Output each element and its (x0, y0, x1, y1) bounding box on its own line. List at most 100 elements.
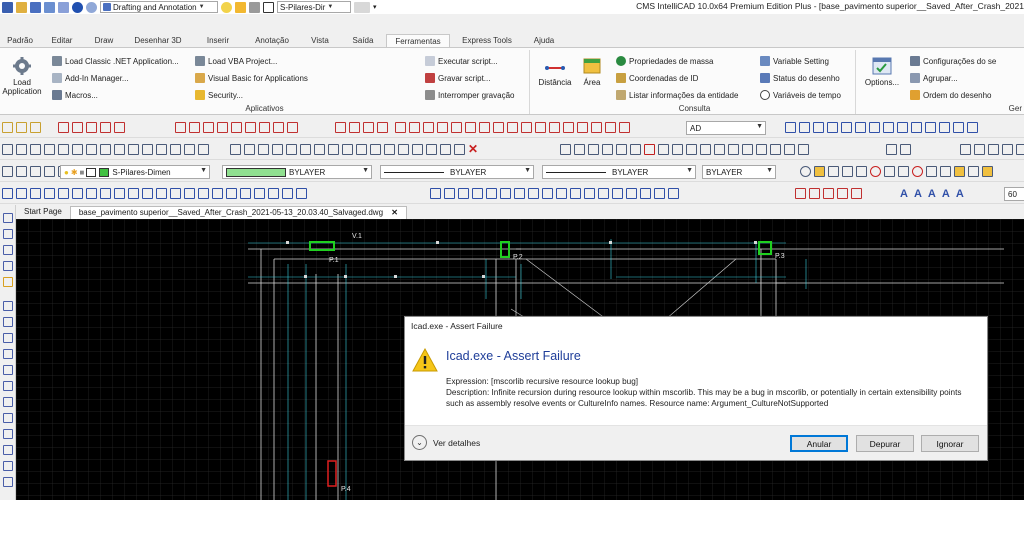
ray-icon[interactable] (30, 188, 41, 199)
plotstyle-dropdown[interactable]: BYLAYER ▼ (702, 165, 776, 179)
layer-walk-icon[interactable] (44, 166, 55, 177)
osnap-nearest-icon[interactable] (231, 122, 242, 133)
redo-icon[interactable] (86, 1, 97, 13)
region-icon[interactable] (3, 381, 13, 391)
dim-inspect-icon[interactable] (939, 122, 950, 133)
layer-dropdown[interactable]: ● ✱ ■ S-Pilares-Dimen ▼ (60, 165, 210, 179)
solid-fill-icon[interactable] (212, 188, 223, 199)
fillet-modify-icon[interactable] (626, 188, 637, 199)
snap-tracking-icon[interactable] (954, 166, 965, 177)
osnap-apparent-icon[interactable] (245, 122, 256, 133)
xline-icon[interactable] (16, 188, 27, 199)
gradient-icon[interactable] (156, 188, 167, 199)
table-insert-icon[interactable] (672, 144, 683, 155)
pdf-icon[interactable] (728, 144, 739, 155)
view-bottom-icon[interactable] (16, 144, 27, 155)
materials-icon[interactable] (314, 144, 325, 155)
details-toggle[interactable]: ⌄ Ver detalhes (412, 435, 480, 450)
dim-linear-icon[interactable] (395, 122, 406, 133)
view-back-icon[interactable] (72, 144, 83, 155)
undo-icon[interactable] (72, 1, 83, 13)
fly-icon[interactable] (370, 144, 381, 155)
rotate-icon[interactable] (898, 166, 909, 177)
status-desenho-item[interactable]: Status do desenho (760, 73, 840, 83)
tab-padrao[interactable]: Padrão (0, 34, 40, 47)
tab-inserir[interactable]: Inserir (192, 34, 244, 47)
ignorar-button[interactable]: Ignorar (921, 435, 979, 452)
stretch-icon[interactable] (542, 188, 553, 199)
dim-update-icon[interactable] (577, 122, 588, 133)
dim-arc-icon[interactable] (563, 122, 574, 133)
zoom-previous-icon[interactable] (170, 144, 181, 155)
spline-icon[interactable] (3, 349, 13, 359)
dim-baseline-icon[interactable] (479, 122, 490, 133)
polygon-icon[interactable] (3, 317, 13, 327)
text-style-a-icon[interactable]: A (900, 188, 908, 200)
select-similar-icon[interactable] (814, 166, 825, 177)
move-icon[interactable] (884, 166, 895, 177)
insert-icon[interactable] (3, 461, 13, 471)
view-sw-icon[interactable] (86, 144, 97, 155)
linetype-dropdown[interactable]: BYLAYER ▼ (380, 165, 534, 179)
wipeout-icon[interactable] (3, 477, 13, 487)
tab-ajuda[interactable]: Ajuda (524, 34, 564, 47)
point-icon[interactable] (3, 397, 13, 407)
osnap-grid-icon[interactable] (335, 122, 346, 133)
mirror-icon[interactable] (458, 188, 469, 199)
osnap-intersection-icon[interactable] (175, 122, 186, 133)
wireframe-icon[interactable] (300, 144, 311, 155)
sun-icon[interactable] (235, 1, 246, 13)
donut-icon[interactable] (198, 188, 209, 199)
view-right-icon[interactable] (44, 144, 55, 155)
coordenadas-id-item[interactable]: Coordenadas de ID (616, 73, 698, 83)
osnap-clear-icon[interactable] (287, 122, 298, 133)
layer-previous-icon[interactable] (16, 166, 27, 177)
pen-icon[interactable] (795, 188, 806, 199)
solid-edit-icon[interactable] (440, 144, 451, 155)
lock-icon[interactable] (249, 1, 260, 13)
area-button[interactable]: Área (576, 56, 608, 87)
text-style-d-icon[interactable]: A (942, 188, 950, 200)
zoom-window-icon[interactable] (142, 144, 153, 155)
walk-icon[interactable] (356, 144, 367, 155)
new-file-icon[interactable] (2, 1, 13, 13)
fillet-icon[interactable] (988, 144, 999, 155)
flatshot-icon[interactable] (426, 144, 437, 155)
dim-diameter-icon[interactable] (451, 122, 462, 133)
configuracoes-item[interactable]: Configurações do se (910, 56, 996, 66)
dim-space-icon[interactable] (911, 122, 922, 133)
dim-radius-icon[interactable] (437, 122, 448, 133)
view-left-icon[interactable] (30, 144, 41, 155)
arc-draw-icon[interactable] (86, 188, 97, 199)
insert-icon[interactable] (823, 188, 834, 199)
text-style-b-icon[interactable]: A (914, 188, 922, 200)
frame-icon[interactable] (377, 122, 388, 133)
osnap-center-icon[interactable] (86, 122, 97, 133)
tab-express-tools[interactable]: Express Tools (450, 34, 524, 47)
wblock-icon[interactable] (851, 188, 862, 199)
spline-draw-icon[interactable] (128, 188, 139, 199)
propriedades-massa-item[interactable]: Propriedades de massa (616, 56, 714, 66)
chamfer-modify-icon[interactable] (612, 188, 623, 199)
camera-icon[interactable] (342, 144, 353, 155)
array-icon[interactable] (486, 188, 497, 199)
match-properties-icon[interactable] (354, 1, 370, 13)
matrix-icon[interactable] (363, 122, 374, 133)
ordem-desenho-item[interactable]: Ordem do desenho (910, 90, 992, 100)
dim-text-edit-icon[interactable] (605, 122, 616, 133)
dim-more-icon[interactable] (967, 122, 978, 133)
zoom-in-icon[interactable] (184, 144, 195, 155)
break-icon[interactable] (584, 188, 595, 199)
layer-state-icon[interactable] (30, 166, 41, 177)
render-icon[interactable] (258, 144, 269, 155)
close-icon[interactable]: ✕ (391, 208, 398, 217)
photo-icon[interactable] (714, 144, 725, 155)
layer-quick-dropdown[interactable]: S-Pilares-Dir ▼ (277, 1, 351, 13)
pencil-icon[interactable] (3, 277, 13, 287)
osnap-insertion-icon[interactable] (189, 122, 200, 133)
snap-icon[interactable] (16, 122, 27, 133)
text-icon[interactable] (3, 413, 13, 423)
paint-icon[interactable] (900, 144, 911, 155)
tab-vista[interactable]: Vista (300, 34, 340, 47)
executar-script-item[interactable]: Executar script... (425, 56, 498, 66)
